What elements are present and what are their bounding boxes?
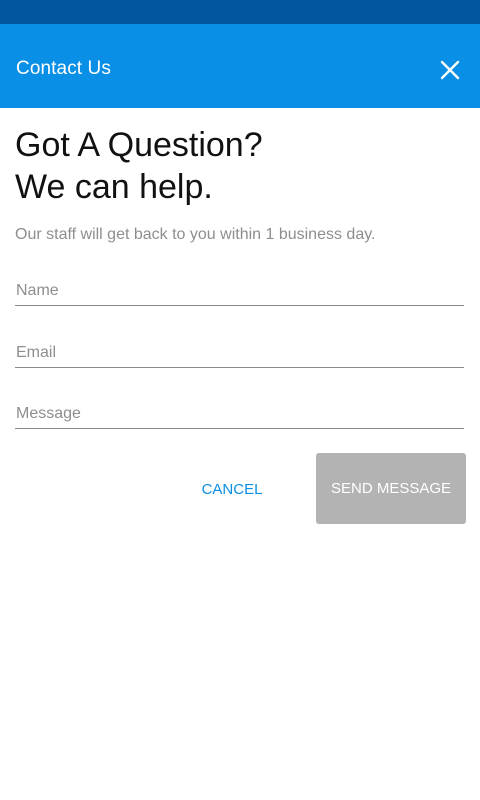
headline-line-2: We can help. — [15, 168, 213, 206]
app-bar: Contact Us — [0, 24, 480, 108]
status-bar — [0, 0, 480, 24]
headline-line-1: Got A Question? — [15, 126, 263, 164]
page-title: Contact Us — [16, 58, 111, 79]
subtitle-text: Our staff will get back to you within 1 … — [15, 226, 376, 243]
close-button[interactable] — [434, 54, 466, 86]
send-message-button[interactable]: SEND MESSAGE — [316, 453, 466, 524]
message-field[interactable] — [15, 399, 464, 429]
close-icon — [440, 60, 460, 80]
email-field[interactable] — [15, 338, 464, 368]
name-field[interactable] — [15, 276, 464, 306]
headline: Got A Question? We can help. — [15, 124, 465, 208]
cancel-button[interactable]: CANCEL — [186, 454, 278, 524]
